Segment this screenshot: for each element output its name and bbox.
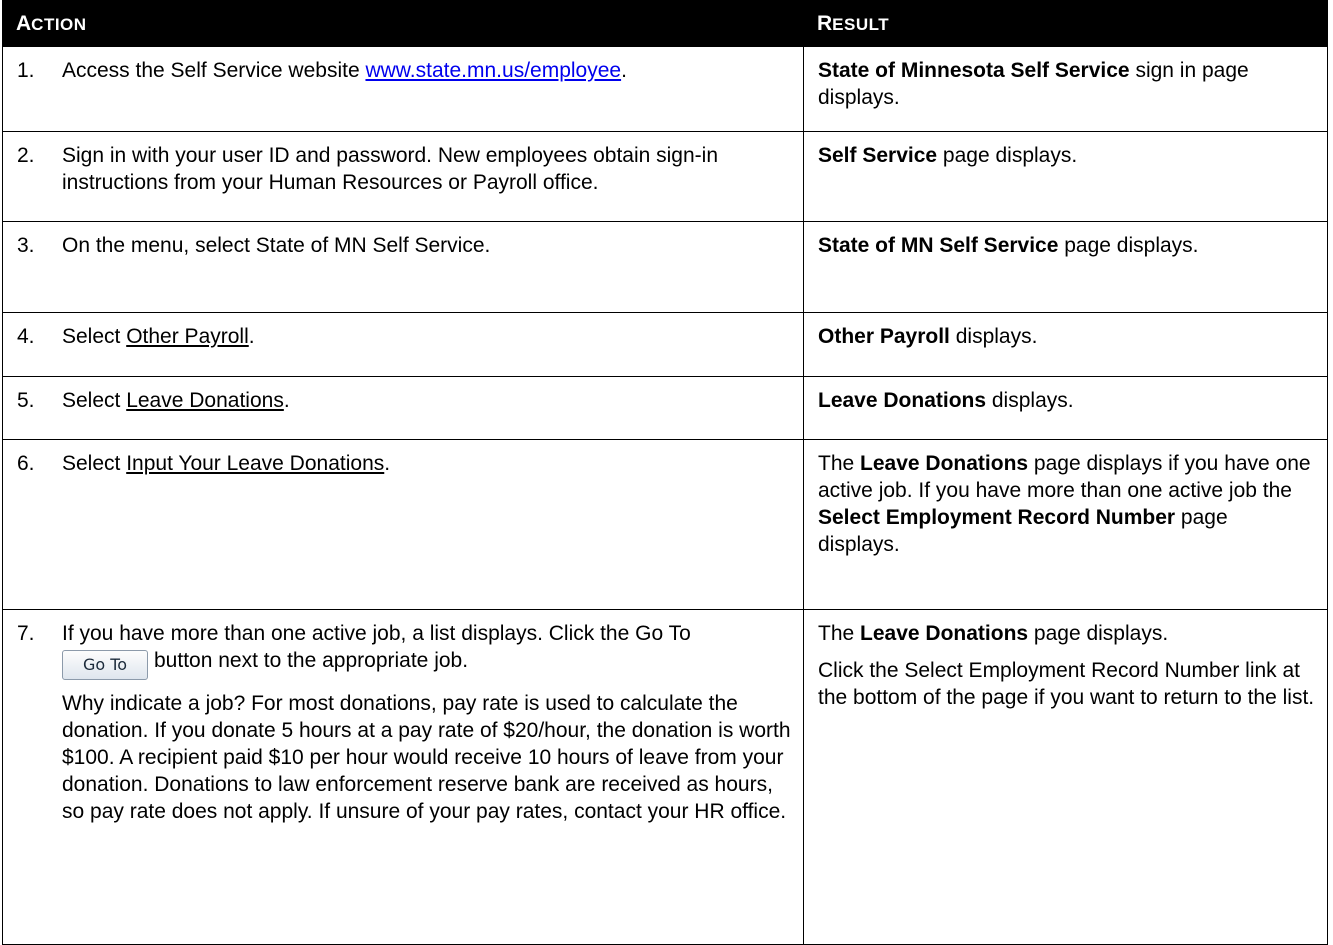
result-text: State of Minnesota Self Service sign in … bbox=[818, 59, 1249, 109]
result-text: The Leave Donations page displays. bbox=[818, 622, 1169, 645]
document-page: ACTION RESULT 1. Access the Self Service… bbox=[0, 0, 1333, 945]
action-cell: 7. If you have more than one active job,… bbox=[2, 609, 804, 945]
action-text: Sign in with your user ID and password. … bbox=[62, 144, 718, 194]
step-number: 5. bbox=[17, 389, 35, 412]
table-row: 7. If you have more than one active job,… bbox=[2, 609, 1328, 945]
result-cell: Other Payroll displays. bbox=[803, 312, 1328, 377]
action-text: Access the Self Service website www.stat… bbox=[62, 59, 627, 82]
result-cell: The Leave Donations page displays if you… bbox=[803, 439, 1328, 610]
result-cell: State of MN Self Service page displays. bbox=[803, 221, 1328, 313]
self-service-website-link[interactable]: www.state.mn.us/employee bbox=[365, 59, 621, 82]
result-text: Leave Donations displays. bbox=[818, 389, 1074, 412]
other-payroll-link[interactable]: Other Payroll bbox=[126, 325, 249, 348]
table-header-row: ACTION RESULT bbox=[2, 0, 1328, 47]
action-text: On the menu, select State of MN Self Ser… bbox=[62, 234, 491, 257]
result-cell: Leave Donations displays. bbox=[803, 376, 1328, 440]
table-row: 1. Access the Self Service website www.s… bbox=[2, 46, 1328, 132]
action-text: Select Leave Donations. bbox=[62, 389, 290, 412]
procedure-table: ACTION RESULT 1. Access the Self Service… bbox=[2, 0, 1328, 945]
result-column-header: RESULT bbox=[803, 0, 1328, 47]
action-cell: 2. Sign in with your user ID and passwor… bbox=[2, 131, 804, 222]
input-leave-donations-link[interactable]: Input Your Leave Donations bbox=[126, 452, 384, 475]
result-note-text: Click the Select Employment Record Numbe… bbox=[818, 659, 1315, 709]
action-column-header: ACTION bbox=[2, 0, 804, 47]
go-to-button[interactable]: Go To bbox=[62, 650, 148, 680]
step-number: 1. bbox=[17, 59, 35, 82]
step-number: 4. bbox=[17, 325, 35, 348]
action-text: Select Input Your Leave Donations. bbox=[62, 452, 391, 475]
action-text: Select Other Payroll. bbox=[62, 325, 255, 348]
result-cell: The Leave Donations page displays. Click… bbox=[803, 609, 1328, 945]
table-row: 3. On the menu, select State of MN Self … bbox=[2, 221, 1328, 313]
result-text: State of MN Self Service page displays. bbox=[818, 234, 1199, 257]
table-row: 2. Sign in with your user ID and passwor… bbox=[2, 131, 1328, 222]
action-cell: 5. Select Leave Donations. bbox=[2, 376, 804, 440]
table-row: 5. Select Leave Donations. Leave Donatio… bbox=[2, 376, 1328, 440]
result-text: Other Payroll displays. bbox=[818, 325, 1038, 348]
action-text: If you have more than one active job, a … bbox=[62, 620, 791, 680]
leave-donations-link[interactable]: Leave Donations bbox=[126, 389, 284, 412]
action-cell: 1. Access the Self Service website www.s… bbox=[2, 46, 804, 132]
result-cell: State of Minnesota Self Service sign in … bbox=[803, 46, 1328, 132]
action-cell: 4. Select Other Payroll. bbox=[2, 312, 804, 377]
step-number: 6. bbox=[17, 452, 35, 475]
table-row: 6. Select Input Your Leave Donations. Th… bbox=[2, 439, 1328, 610]
table-row: 4. Select Other Payroll. Other Payroll d… bbox=[2, 312, 1328, 377]
result-text: The Leave Donations page displays if you… bbox=[818, 452, 1311, 556]
step-number: 7. bbox=[17, 622, 35, 645]
action-cell: 6. Select Input Your Leave Donations. bbox=[2, 439, 804, 610]
step-number: 2. bbox=[17, 144, 35, 167]
result-text: Self Service page displays. bbox=[818, 144, 1078, 167]
result-cell: Self Service page displays. bbox=[803, 131, 1328, 222]
action-explanation-text: Why indicate a job? For most donations, … bbox=[62, 692, 791, 823]
step-number: 3. bbox=[17, 234, 35, 257]
action-cell: 3. On the menu, select State of MN Self … bbox=[2, 221, 804, 313]
